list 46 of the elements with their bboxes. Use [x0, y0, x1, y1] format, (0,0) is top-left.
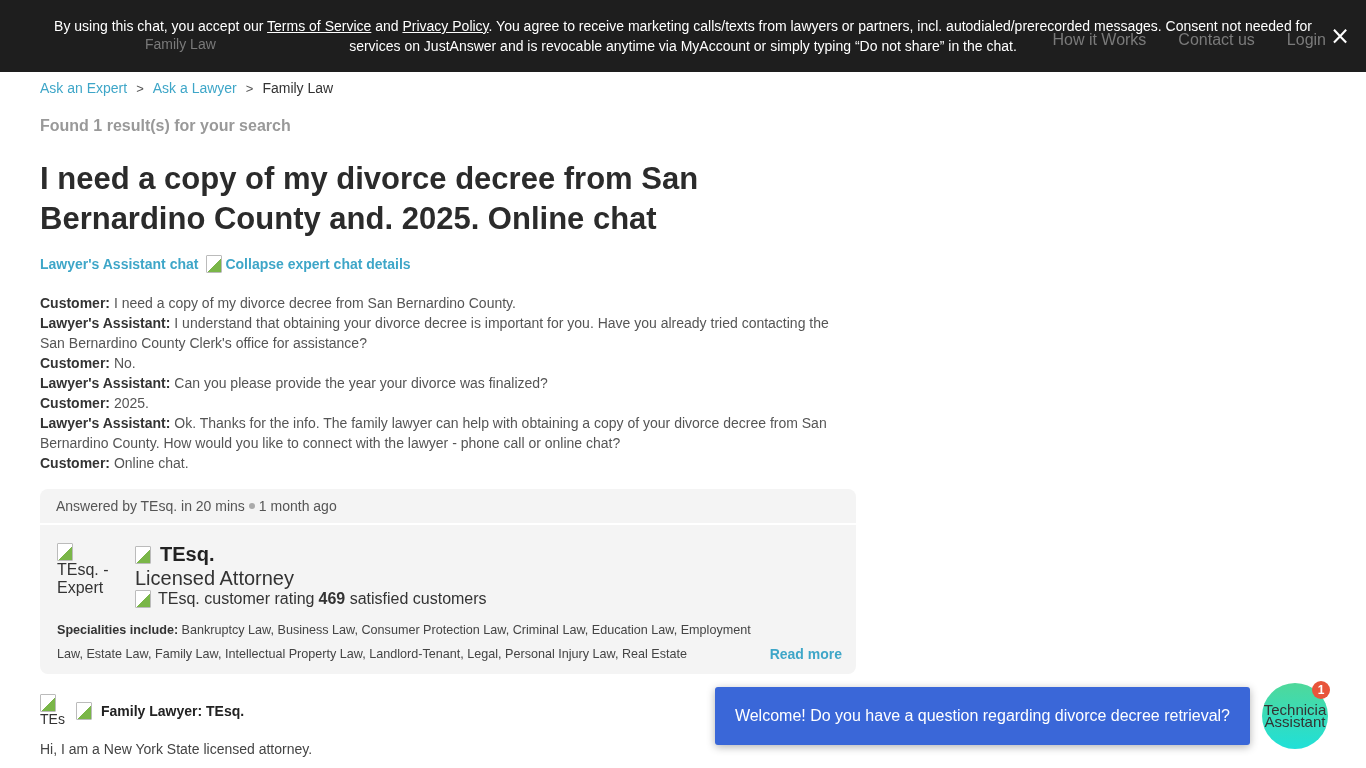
broken-image-icon — [135, 590, 151, 608]
reply-text: Hi, I am a New York State licensed attorney. — [40, 741, 314, 757]
assistant-avatar[interactable]: Technicia Assistant 1 — [1262, 683, 1328, 749]
policy-link[interactable]: Privacy Policy — [402, 18, 489, 34]
header-category: Family Law — [145, 36, 216, 52]
separator-dot — [248, 503, 255, 509]
consent-text: services on JustAnswer and is revocable anytime via MyAccount or simply typing “Do not share” in the chat. — [349, 37, 1017, 56]
breadcrumb-separator: > — [136, 80, 144, 96]
answered-by: Answered by TEsq. in 20 mins — [56, 498, 245, 514]
chat-label[interactable]: Lawyer's Assistant chat — [40, 255, 199, 273]
breadcrumb-item: Family Law — [262, 80, 334, 96]
broken-image-icon — [206, 255, 223, 273]
satisfied-customers: 469 satisfied customers — [318, 590, 487, 608]
chat-message: Lawyer's Assistant: Ok. Thanks for the info. The family lawyer can help with obtaining a copy of your divorce decree from San Bernardino County. How would you like to connect with the lawyer - phone call or online chat? — [40, 414, 828, 453]
read-more-link[interactable]: Read more — [769, 642, 842, 666]
chat-message: Customer: 2025. — [40, 394, 150, 413]
header-link[interactable]: Contact us — [1178, 31, 1255, 49]
image-alt-text: TEsq. - Expert — [57, 561, 110, 597]
close-button[interactable]: × — [1329, 24, 1350, 48]
rating-alt-text: TEsq. customer rating — [158, 590, 315, 608]
broken-image-icon — [135, 545, 151, 564]
reply-author: Family Lawyer: TEsq. — [101, 702, 245, 719]
consent-text: By using this chat, you accept our Terms of Service and Privacy Policy. You agree to receive marketing calls/texts from lawyers or partners, incl. autodialed/prerecorded messages. Consent not needed for — [54, 17, 1312, 34]
breadcrumb-item[interactable]: Ask an Expert — [40, 80, 128, 96]
answer-time: 1 month ago — [258, 498, 337, 514]
breadcrumb-separator: > — [245, 80, 254, 96]
chat-message: Lawyer's Assistant: I understand that obtaining your divorce decree is important for you. Have you already tried contacting the San Bernardino County Clerk's office for assistance? — [40, 314, 830, 353]
broken-image-icon — [40, 694, 56, 712]
breadcrumb-item[interactable]: Ask a Lawyer — [152, 80, 237, 96]
collapse-link[interactable]: Collapse expert chat details — [206, 255, 411, 273]
page-title: I need a copy of my divorce decree from San Bernardino County and. 2025. Online chat — [40, 160, 700, 238]
chat-message: Customer: Online chat. — [40, 454, 190, 473]
notification-badge: 1 — [1312, 681, 1330, 699]
header-link[interactable]: Login — [1286, 31, 1326, 49]
chat-message: Customer: I need a copy of my divorce decree from San Bernardino County. — [40, 294, 517, 313]
policy-link[interactable]: Terms of Service — [267, 18, 372, 34]
chat-message: Lawyer's Assistant: Can you please provide the year your divorce was finalized? — [40, 374, 549, 393]
results-note: Found 1 result(s) for your search — [40, 117, 292, 135]
expert-title: Licensed Attorney — [135, 566, 295, 590]
broken-image-icon — [57, 543, 73, 561]
specialities-text: Specialities include: Bankruptcy Law, Business Law, Consumer Protection Law, Criminal Law, Education Law, Employment Law, Estate Law, Family Law, Intellectual Property Law, Landlord-Tenant, Legal, Personal Injury Law, Real Estate — [57, 622, 752, 663]
image-alt-text: TEs — [40, 712, 66, 727]
chat-message-bubble[interactable]: Welcome! Do you have a question regarding divorce decree retrieval? — [714, 687, 1250, 745]
expert-name: TEsq. — [160, 543, 215, 566]
broken-image-icon — [76, 701, 92, 720]
chat-message: Customer: No. — [40, 354, 137, 373]
